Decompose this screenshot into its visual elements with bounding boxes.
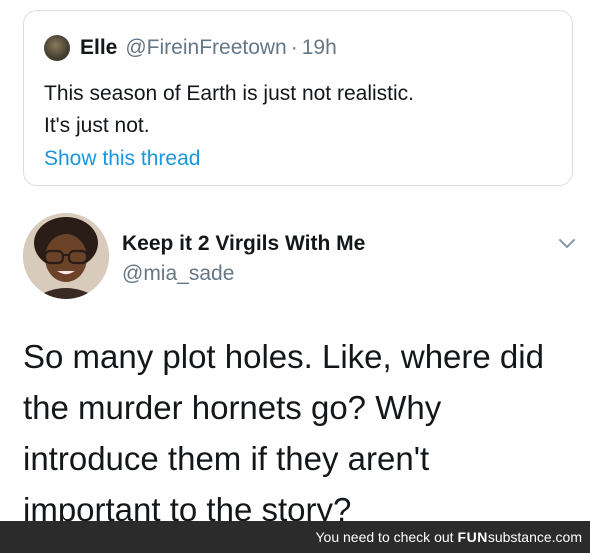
quoted-text-line: This season of Earth is just not realist… xyxy=(44,82,414,105)
footer-prefix: You need to check out xyxy=(315,529,454,545)
footer-brand-bold[interactable]: FUN xyxy=(458,529,488,545)
tweet-text-line: So many plot holes. Like, where did xyxy=(23,338,544,375)
quoted-avatar[interactable] xyxy=(44,35,70,61)
quoted-author-handle[interactable]: @FireinFreetown xyxy=(125,36,286,60)
quoted-tweet-card[interactable]: Elle @FireinFreetown · 19h This season o… xyxy=(23,10,573,186)
show-thread-link[interactable]: Show this thread xyxy=(44,147,200,171)
footer-brand-rest[interactable]: substance.com xyxy=(488,529,582,545)
author-display-name[interactable]: Keep it 2 Virgils With Me xyxy=(122,232,365,256)
quoted-text-line: It's just not. xyxy=(44,114,150,137)
author-avatar[interactable] xyxy=(23,213,109,299)
watermark-footer: You need to check out FUN substance.com xyxy=(0,521,590,553)
tweet-text: So many plot holes. Like, where did the … xyxy=(23,331,583,535)
quoted-timestamp[interactable]: 19h xyxy=(302,36,337,60)
avatar-portrait xyxy=(23,213,109,299)
tweet-text-line: introduce them if they aren't xyxy=(23,440,430,477)
chevron-down-icon[interactable] xyxy=(556,232,578,254)
tweet-text-line: the murder hornets go? Why xyxy=(23,389,442,426)
author-handle[interactable]: @mia_sade xyxy=(122,262,234,286)
quoted-tweet-header: Elle @FireinFreetown · 19h xyxy=(44,33,337,63)
quoted-tweet-text: This season of Earth is just not realist… xyxy=(44,78,549,142)
quoted-author-name[interactable]: Elle xyxy=(80,36,117,60)
separator-dot: · xyxy=(290,36,298,59)
